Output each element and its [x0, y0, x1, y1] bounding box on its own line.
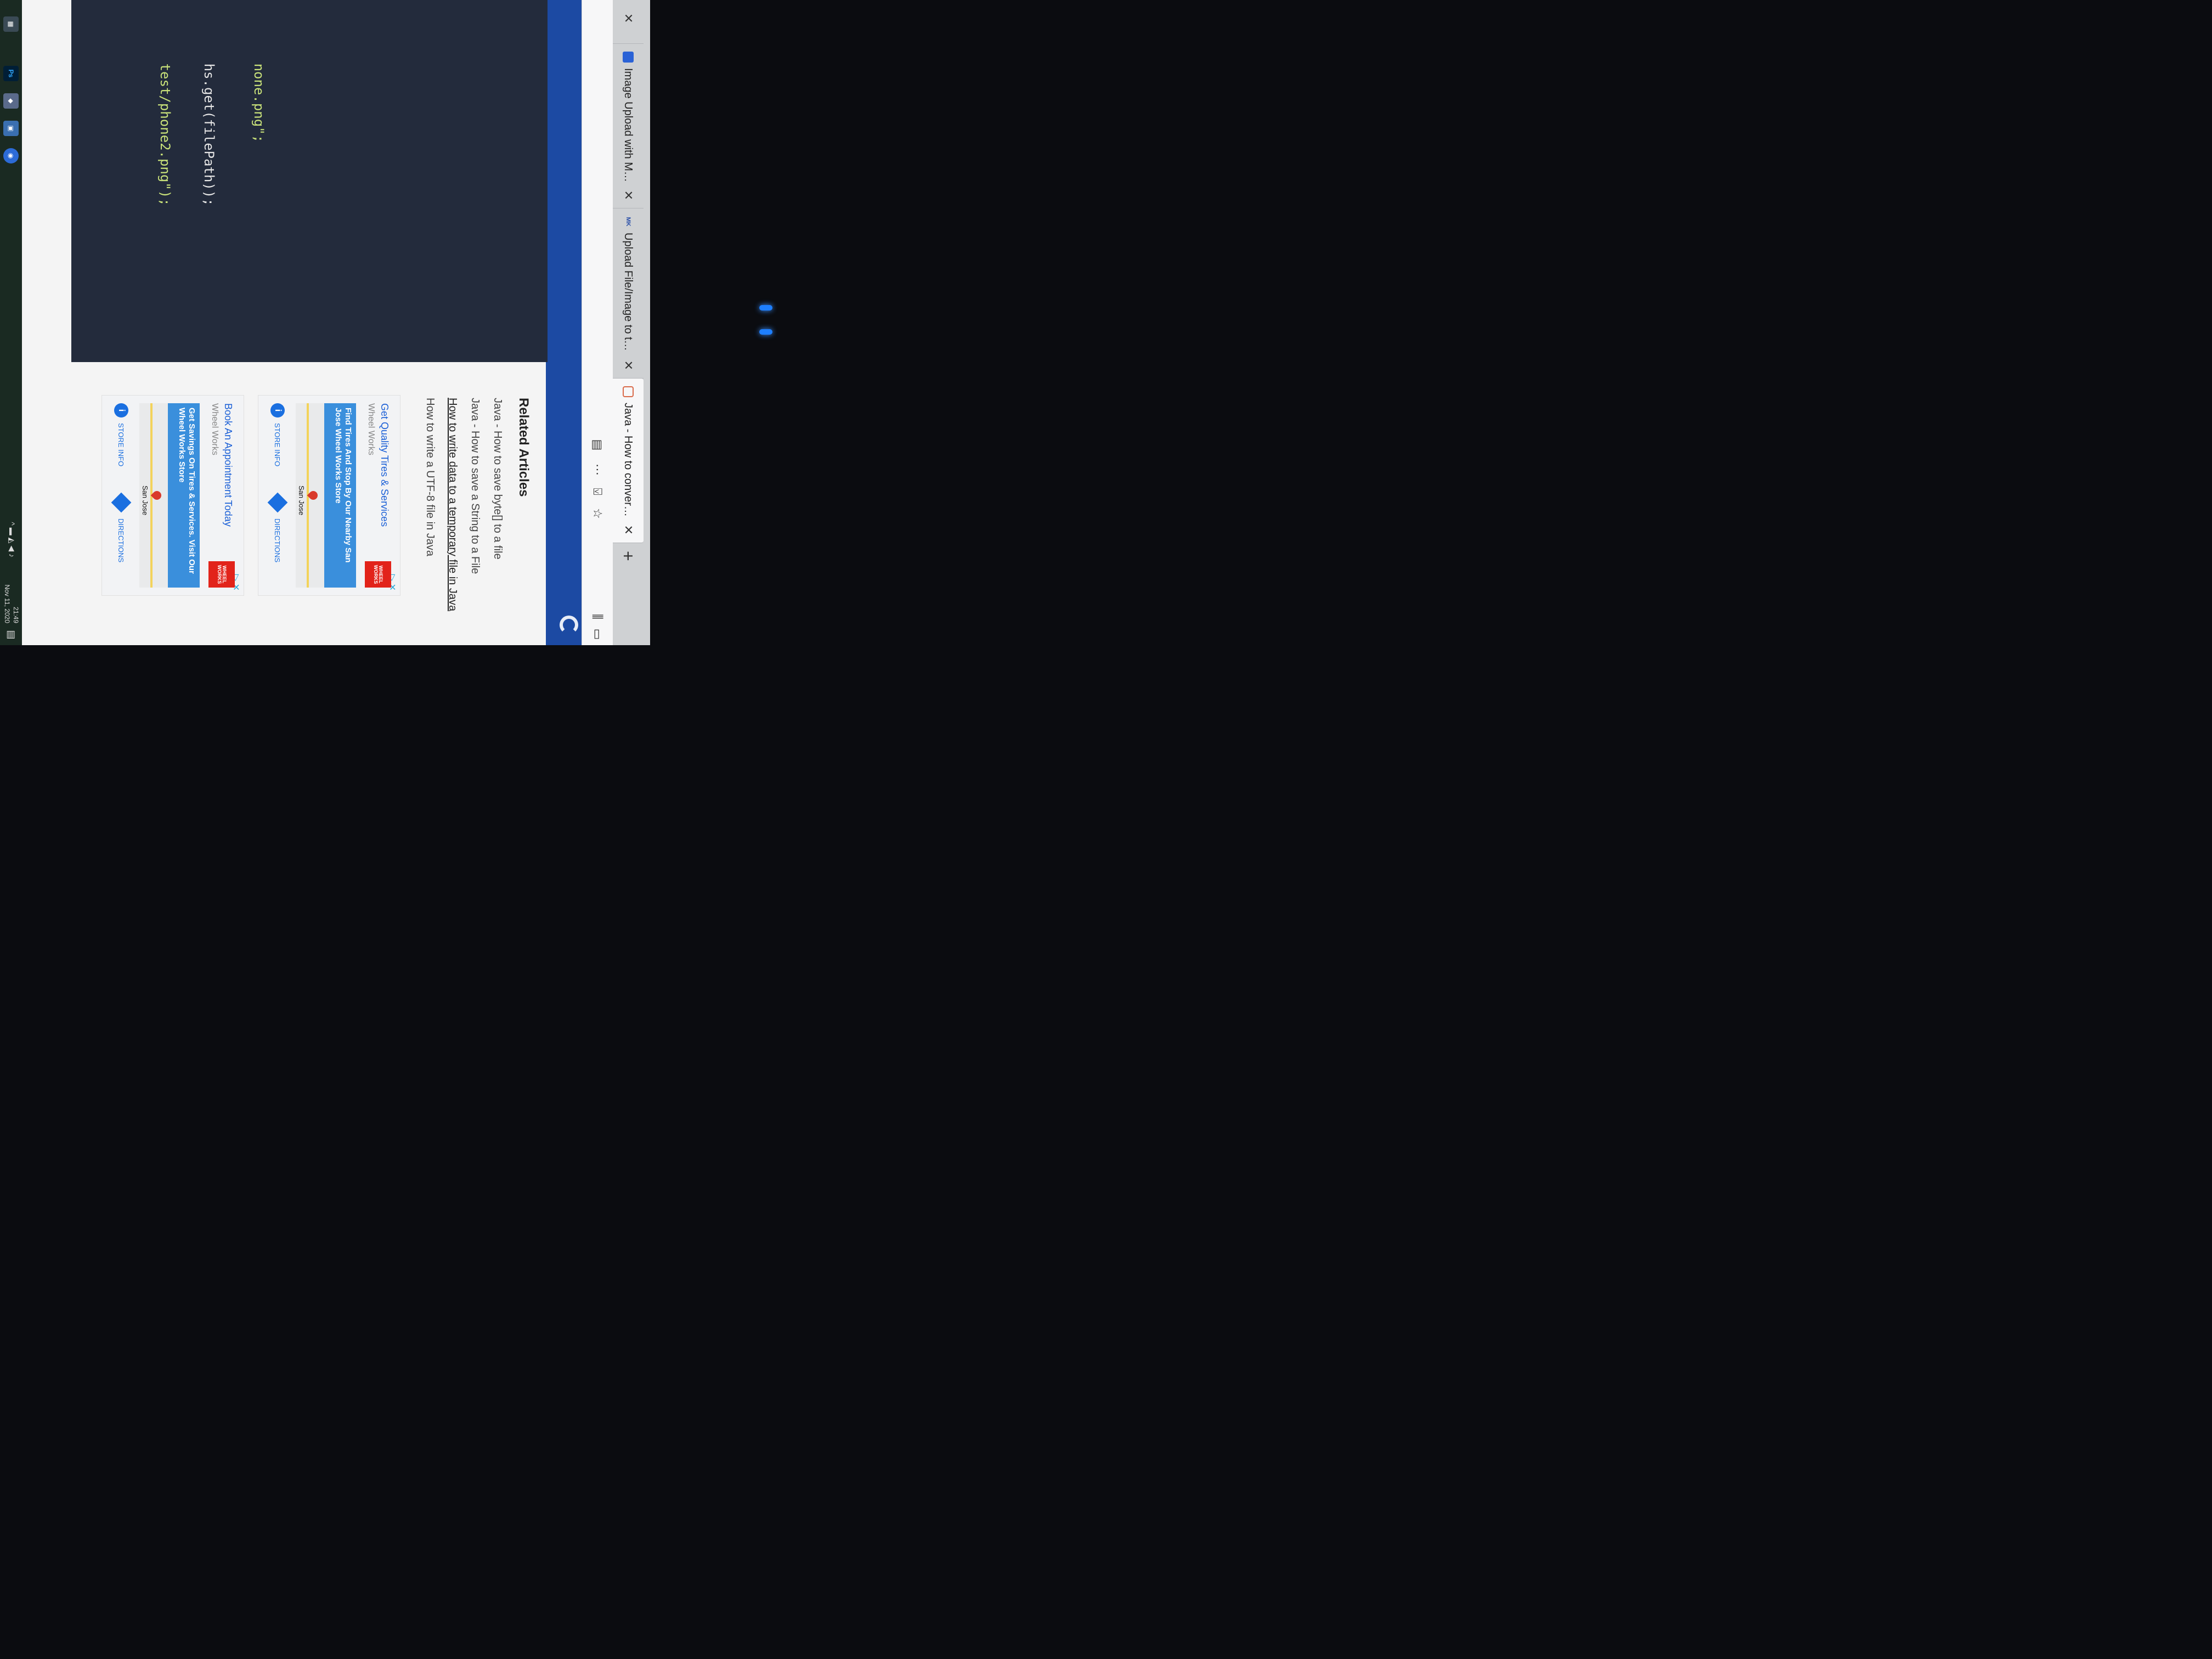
- map-city-label: San Jose: [141, 486, 149, 516]
- sidebar-icon[interactable]: ▭: [589, 625, 606, 643]
- clock-date: Nov 11, 2020: [3, 584, 12, 624]
- tab-title: Image Upload with Multipa: [622, 68, 635, 185]
- page-content: none.png"; hs.get(filePath)); test/phone…: [22, 0, 582, 645]
- page-favicon-icon: [623, 386, 634, 397]
- mk-favicon-icon: MK: [625, 217, 631, 227]
- code-line: test/phone2.png");: [157, 63, 173, 206]
- related-link[interactable]: Java - How to save a String to a File: [469, 398, 481, 645]
- ad-actions: i STORE INFO DIRECTIONS: [262, 403, 291, 588]
- store-info-button[interactable]: STORE INFO: [117, 423, 125, 466]
- messenger-icon[interactable]: ◉: [3, 148, 19, 163]
- wheel-works-logo: WHEEL WORKS: [365, 561, 391, 588]
- related-link[interactable]: How to write data to a temporary file in…: [446, 398, 459, 645]
- notifications-icon[interactable]: ▤: [4, 628, 19, 642]
- ad-headline[interactable]: Get Quality Tires & Services: [379, 403, 390, 527]
- map-city-label: San Jose: [297, 486, 306, 516]
- reader-view-icon[interactable]: ▤: [589, 436, 606, 454]
- system-tray[interactable]: ^ ▬ ◭ ◀ ♪: [7, 522, 16, 557]
- system-clock[interactable]: 21:49 Nov 11, 2020: [3, 585, 20, 624]
- library-icon[interactable]: ⫼: [589, 608, 606, 625]
- related-link[interactable]: Java - How to save byte[] to a file: [491, 398, 504, 645]
- ad-actions: i STORE INFO DIRECTIONS: [105, 403, 135, 588]
- close-icon[interactable]: ✕: [621, 360, 635, 370]
- ad-advertiser: Wheel Works: [210, 403, 219, 455]
- map-pin-icon: [307, 489, 320, 502]
- related-link[interactable]: How to write a UTF-8 file in Java: [424, 398, 436, 645]
- tab-upload-file[interactable]: MK Upload File/Image to the se ✕: [613, 208, 644, 379]
- directions-icon[interactable]: [111, 492, 132, 513]
- loading-spinner-icon: [560, 616, 578, 634]
- file-explorer-icon[interactable]: ▦: [3, 16, 19, 32]
- directions-icon[interactable]: [267, 492, 288, 513]
- tab-strip: ✕ Image Upload with Multipa ✕ MK Upload …: [613, 0, 650, 645]
- ad-unit[interactable]: ▷ ✕ Book An Appointment Today Wheel Work…: [101, 395, 244, 596]
- 3d-viewer-icon[interactable]: ◆: [3, 93, 19, 109]
- code-block: none.png"; hs.get(filePath)); test/phone…: [71, 0, 548, 362]
- blue-square-favicon-icon: [623, 52, 634, 63]
- power-led: [759, 305, 772, 311]
- code-line: none.png";: [251, 63, 267, 143]
- monitor-screen: ✕ Image Upload with Multipa ✕ MK Upload …: [0, 0, 650, 645]
- more-icon[interactable]: ⋯: [589, 461, 606, 478]
- ad-cta-banner[interactable]: Find Tires And Stop By Our Nearby San Jo…: [324, 403, 356, 588]
- close-icon[interactable]: ✕: [621, 13, 635, 23]
- tab-title: Upload File/Image to the se: [622, 233, 635, 355]
- windows-taskbar: ▦ Ps ◆ ▣ ◉ ^ ▬ ◭ ◀ ♪ 21:49 Nov 11, 2020 …: [0, 0, 22, 645]
- ad-map[interactable]: Find Tires And Stop By Our Nearby San Jo…: [296, 403, 356, 588]
- pocket-icon[interactable]: ⍌: [589, 483, 606, 500]
- info-icon[interactable]: i: [270, 403, 285, 417]
- ad-map[interactable]: Get Savings On Tires & Services. Visit O…: [139, 403, 200, 588]
- info-icon[interactable]: i: [114, 403, 128, 417]
- ad-headline[interactable]: Book An Appointment Today: [222, 403, 234, 527]
- ad-advertiser: Wheel Works: [366, 403, 376, 455]
- photoshop-icon[interactable]: Ps: [3, 66, 19, 81]
- close-icon[interactable]: ✕: [621, 525, 635, 535]
- tab-image-upload[interactable]: Image Upload with Multipa ✕: [613, 44, 644, 208]
- site-header-band: [546, 0, 582, 645]
- bookmark-star-icon[interactable]: ☆: [589, 505, 606, 522]
- browser-toolbar: ▤ ⋯ ⍌ ☆ ⫼ ▭: [582, 0, 613, 645]
- tab-partial[interactable]: ✕: [613, 0, 644, 44]
- ad-cta-banner[interactable]: Get Savings On Tires & Services. Visit O…: [168, 403, 200, 588]
- wheel-works-logo: WHEEL WORKS: [208, 561, 235, 588]
- tab-title: Java - How to convert File to: [622, 403, 635, 520]
- map-pin-icon: [150, 489, 163, 502]
- control-panel-icon[interactable]: ▣: [3, 121, 19, 136]
- code-line: hs.get(filePath));: [201, 63, 217, 206]
- close-icon[interactable]: ✕: [621, 190, 635, 200]
- store-info-button[interactable]: STORE INFO: [273, 423, 281, 466]
- new-tab-button[interactable]: +: [613, 543, 644, 569]
- directions-button[interactable]: DIRECTIONS: [117, 518, 125, 562]
- related-articles: Related Articles Java - How to save byte…: [414, 398, 531, 645]
- tab-java-convert[interactable]: Java - How to convert File to ✕: [613, 379, 644, 543]
- power-led: [759, 329, 772, 335]
- related-articles-heading: Related Articles: [516, 398, 531, 497]
- clock-time: 21:49: [12, 606, 20, 623]
- ad-unit[interactable]: ▷ ✕ Get Quality Tires & Services Wheel W…: [258, 395, 400, 596]
- directions-button[interactable]: DIRECTIONS: [273, 518, 281, 562]
